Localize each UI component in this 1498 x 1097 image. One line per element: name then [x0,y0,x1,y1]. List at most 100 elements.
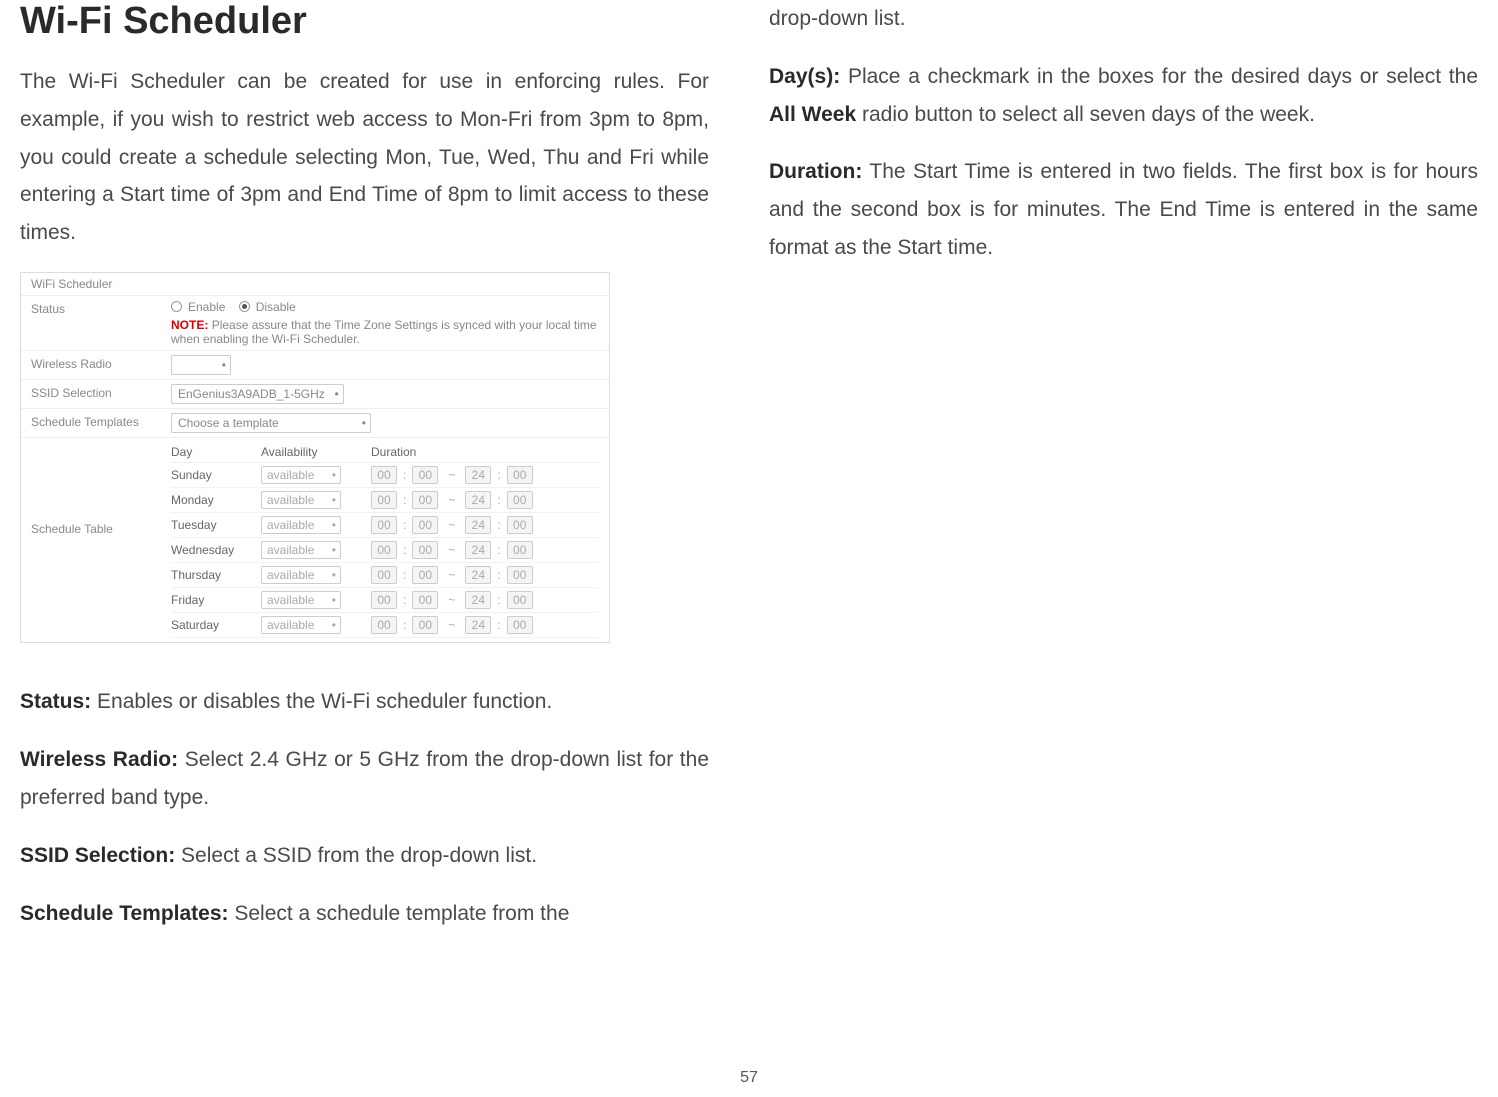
colon-separator: : [497,593,500,607]
colon-separator: : [497,493,500,507]
availability-select[interactable]: available [261,591,341,609]
ssid-def-text: Select a SSID from the drop-down list. [181,844,537,867]
disable-radio[interactable]: Disable [239,300,296,314]
day-name: Friday [171,593,261,607]
ssid-select[interactable]: EnGenius3A9ADB_1-5GHz [171,384,344,404]
duration-definition: Duration: The Start Time is entered in t… [769,153,1478,266]
tilde-separator: ~ [448,593,455,607]
colon-separator: : [403,468,406,482]
availability-select[interactable]: available [261,616,341,634]
colon-separator: : [497,568,500,582]
start-minute-input[interactable]: 00 [412,591,438,609]
end-hour-input[interactable]: 24 [465,591,491,609]
all-week-bold: All Week [769,103,856,126]
start-hour-input[interactable]: 00 [371,491,397,509]
availability-select[interactable]: available [261,491,341,509]
status-label: Status [31,300,171,316]
start-minute-input[interactable]: 00 [412,616,438,634]
colon-separator: : [403,518,406,532]
wireless-def-label: Wireless Radio: [20,748,178,771]
colon-separator: : [497,618,500,632]
duration-def-label: Duration: [769,160,862,183]
start-hour-input[interactable]: 00 [371,516,397,534]
tilde-separator: ~ [448,568,455,582]
colon-separator: : [403,618,406,632]
templates-definition: Schedule Templates: Select a schedule te… [20,895,709,933]
days-def-label: Day(s): [769,65,840,88]
start-hour-input[interactable]: 00 [371,591,397,609]
ssid-def-label: SSID Selection: [20,844,175,867]
grid-row: Friday available 00 : 00 ~ 24 : 00 [171,588,599,613]
end-minute-input[interactable]: 00 [507,566,533,584]
schedule-table-row: Schedule Table Day Availability Duration… [21,438,609,642]
end-hour-input[interactable]: 24 [465,466,491,484]
start-hour-input[interactable]: 00 [371,566,397,584]
end-hour-input[interactable]: 24 [465,516,491,534]
end-hour-input[interactable]: 24 [465,566,491,584]
grid-row: Thursday available 00 : 00 ~ 24 : 00 [171,563,599,588]
note-label: NOTE: [171,318,208,332]
end-minute-input[interactable]: 00 [507,591,533,609]
grid-header: Day Availability Duration [171,442,599,463]
end-minute-input[interactable]: 00 [507,491,533,509]
tilde-separator: ~ [448,468,455,482]
end-minute-input[interactable]: 00 [507,616,533,634]
wireless-definition: Wireless Radio: Select 2.4 GHz or 5 GHz … [20,741,709,817]
day-name: Monday [171,493,261,507]
templates-row: Schedule Templates Choose a template [21,409,609,438]
grid-row: Tuesday available 00 : 00 ~ 24 : 00 [171,513,599,538]
radio-icon [239,301,250,312]
colon-separator: : [403,568,406,582]
grid-row: Saturday available 00 : 00 ~ 24 : 00 [171,613,599,638]
grid-row: Wednesday available 00 : 00 ~ 24 : 00 [171,538,599,563]
day-name: Saturday [171,618,261,632]
end-minute-input[interactable]: 00 [507,466,533,484]
screenshot-title-row: WiFi Scheduler [21,273,609,296]
tilde-separator: ~ [448,618,455,632]
colon-separator: : [403,593,406,607]
availability-select[interactable]: available [261,541,341,559]
start-minute-input[interactable]: 00 [412,466,438,484]
status-def-label: Status: [20,690,91,713]
availability-select[interactable]: available [261,566,341,584]
header-day: Day [171,445,261,459]
end-hour-input[interactable]: 24 [465,616,491,634]
start-minute-input[interactable]: 00 [412,541,438,559]
intro-paragraph: The Wi-Fi Scheduler can be created for u… [20,63,709,252]
day-name: Tuesday [171,518,261,532]
day-name: Sunday [171,468,261,482]
start-minute-input[interactable]: 00 [412,516,438,534]
page-title: Wi-Fi Scheduler [20,0,709,43]
schedule-table-label: Schedule Table [31,442,171,536]
start-minute-input[interactable]: 00 [412,566,438,584]
start-minute-input[interactable]: 00 [412,491,438,509]
colon-separator: : [497,518,500,532]
availability-select[interactable]: available [261,466,341,484]
start-hour-input[interactable]: 00 [371,541,397,559]
availability-select[interactable]: available [261,516,341,534]
ssid-definition: SSID Selection: Select a SSID from the d… [20,837,709,875]
start-hour-input[interactable]: 00 [371,466,397,484]
end-hour-input[interactable]: 24 [465,541,491,559]
tilde-separator: ~ [448,493,455,507]
end-minute-input[interactable]: 00 [507,516,533,534]
colon-separator: : [497,543,500,557]
days-definition: Day(s): Place a checkmark in the boxes f… [769,58,1478,134]
end-hour-input[interactable]: 24 [465,491,491,509]
status-def-text: Enables or disables the Wi-Fi scheduler … [97,690,552,713]
tilde-separator: ~ [448,518,455,532]
header-avail: Availability [261,445,371,459]
header-duration: Duration [371,445,599,459]
days-def-text-a: Place a checkmark in the boxes for the d… [848,65,1478,88]
schedule-grid: Day Availability Duration Sunday availab… [171,442,599,638]
ssid-selection-label: SSID Selection [31,384,171,400]
start-hour-input[interactable]: 00 [371,616,397,634]
day-name: Wednesday [171,543,261,557]
templates-select[interactable]: Choose a template [171,413,371,433]
wireless-radio-select[interactable] [171,355,231,375]
end-minute-input[interactable]: 00 [507,541,533,559]
templates-label: Schedule Templates [31,413,171,429]
enable-radio[interactable]: Enable [171,300,225,314]
status-row: Status Enable Disable NOTE: Please assur… [21,296,609,352]
wireless-radio-row: Wireless Radio [21,351,609,380]
